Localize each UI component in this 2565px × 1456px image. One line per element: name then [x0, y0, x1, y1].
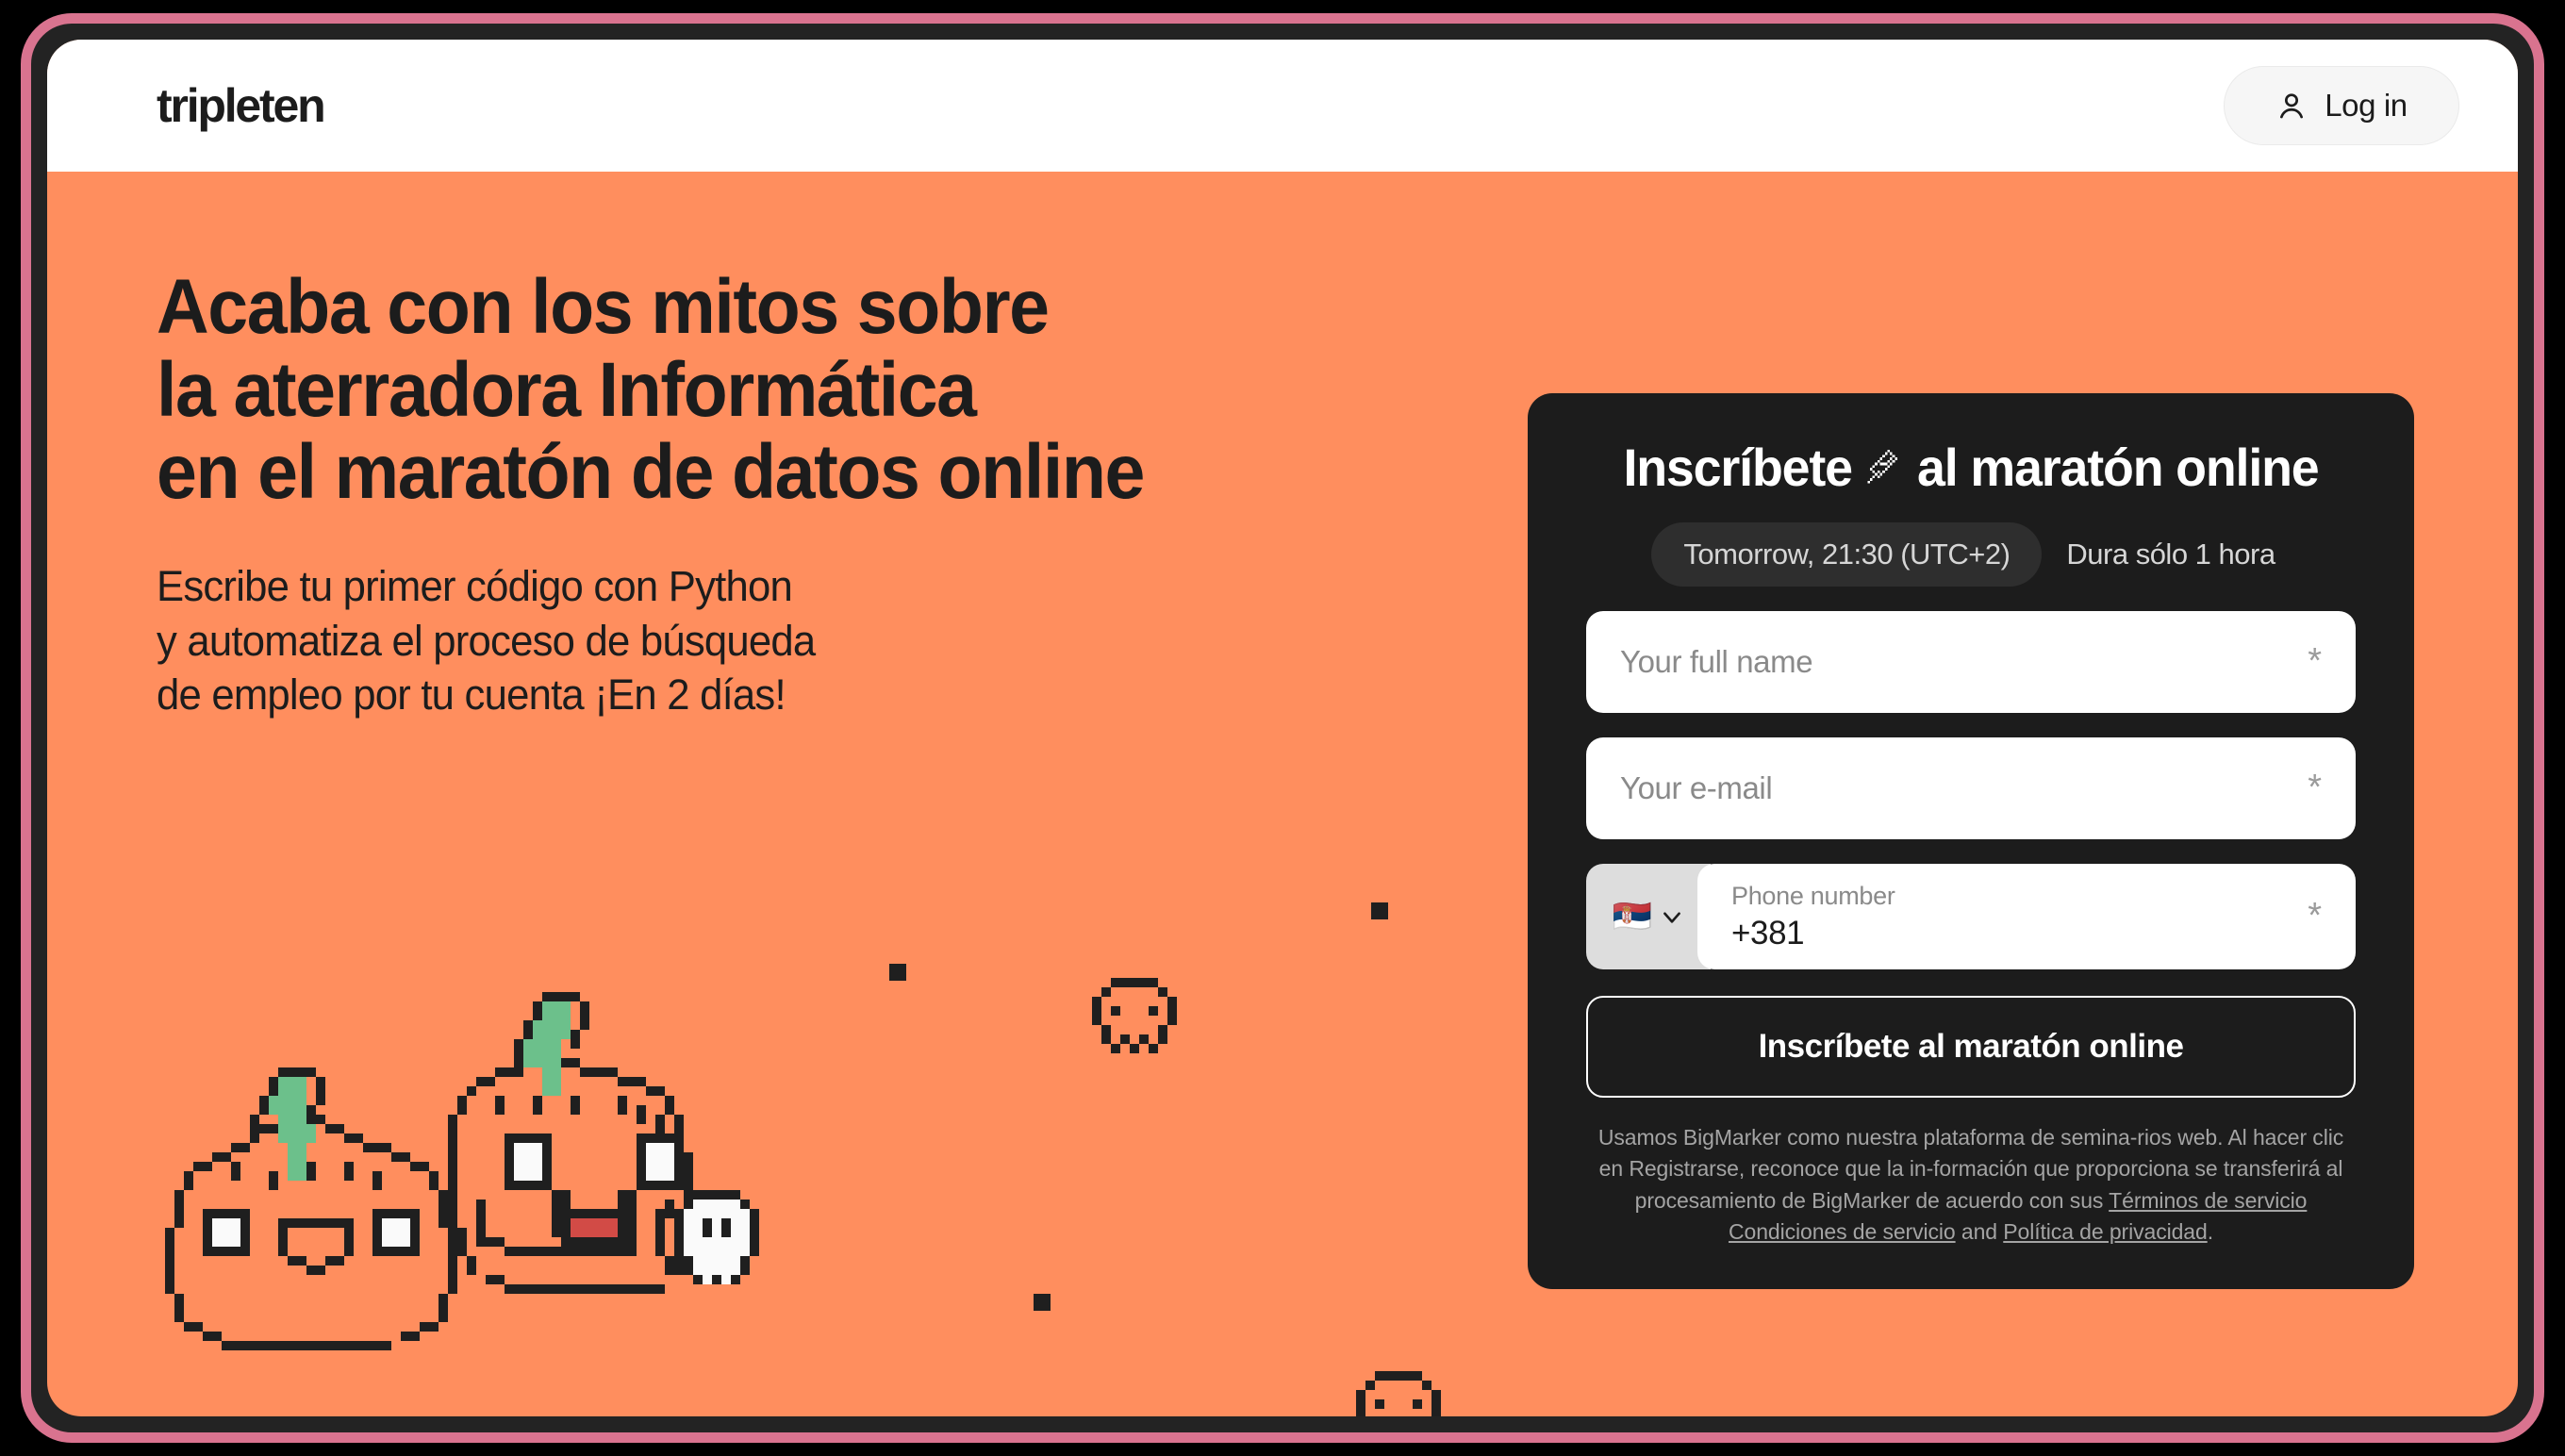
legal-disclaimer: Usamos BigMarker como nuestra plataforma…	[1586, 1122, 2356, 1248]
user-icon	[2280, 93, 2304, 119]
country-code-selector[interactable]: 🇷🇸	[1586, 864, 1711, 969]
full-name-placeholder: Your full name	[1620, 644, 1813, 679]
legal-text-2: and	[1955, 1219, 2004, 1245]
email-field[interactable]: Your e-mail *	[1586, 737, 2356, 839]
tongue	[571, 1218, 618, 1237]
hero-subtitle: Escribe tu primer código con Python y au…	[157, 562, 816, 720]
landing-page: tripleten Log in Acaba con los mitos sob…	[47, 40, 2518, 1416]
signup-title-after: al maratón online	[1917, 438, 2320, 497]
pumpkins-illustration	[146, 983, 806, 1402]
site-header: tripleten Log in	[47, 40, 2518, 172]
deco-square	[1034, 1294, 1051, 1311]
deco-square	[1371, 902, 1388, 919]
privacy-policy-link[interactable]: Política de privacidad	[2003, 1219, 2208, 1244]
legal-text-3: .	[2207, 1219, 2213, 1245]
event-meta: Tomorrow, 21:30 (UTC+2) Dura sólo 1 hora	[1586, 522, 2356, 587]
event-duration: Dura sólo 1 hora	[2066, 538, 2275, 571]
signup-card: Inscríbete al maratón online Tomorrow, 2…	[1528, 393, 2414, 1290]
pumpkin-pixel-art	[165, 992, 759, 1350]
tripleten-logo[interactable]: tripleten	[157, 78, 326, 133]
signup-card-title: Inscríbete al maratón online	[1601, 437, 2340, 498]
phone-number-field[interactable]: Phone number +381 *	[1697, 864, 2356, 969]
signup-title-before: Inscríbete	[1623, 438, 1853, 497]
chevron-down-icon	[1663, 912, 1681, 923]
phone-row: 🇷🇸 Phone number +381 *	[1586, 864, 2356, 969]
submit-button[interactable]: Inscríbete al maratón online	[1586, 996, 2356, 1098]
login-button-label: Log in	[2325, 88, 2408, 123]
full-name-field[interactable]: Your full name *	[1586, 611, 2356, 713]
skull-icon	[1356, 1371, 1441, 1416]
page-title: Acaba con los mitos sobre la aterradora …	[157, 264, 1145, 516]
phone-number-value: +381	[1731, 914, 1805, 951]
floating-skull-1	[1092, 978, 1186, 1067]
login-button[interactable]: Log in	[2224, 66, 2459, 145]
floating-skull-2	[1356, 1371, 1450, 1416]
email-placeholder: Your e-mail	[1620, 770, 1773, 805]
browser-frame: tripleten Log in Acaba con los mitos sob…	[21, 13, 2544, 1443]
hero-copy: Acaba con los mitos sobre la aterradora …	[157, 266, 1477, 722]
hero-section: Acaba con los mitos sobre la aterradora …	[47, 172, 2518, 1416]
phone-number-label: Phone number	[1731, 881, 1895, 910]
skull-icon	[1092, 978, 1177, 1053]
deco-square	[889, 964, 906, 981]
serbia-flag-icon: 🇷🇸	[1612, 899, 1653, 935]
required-asterisk: *	[2308, 768, 2322, 808]
required-asterisk: *	[2308, 896, 2322, 936]
pushpin-icon	[1866, 449, 1897, 483]
required-asterisk: *	[2308, 641, 2322, 682]
event-time-badge: Tomorrow, 21:30 (UTC+2)	[1651, 522, 2043, 587]
